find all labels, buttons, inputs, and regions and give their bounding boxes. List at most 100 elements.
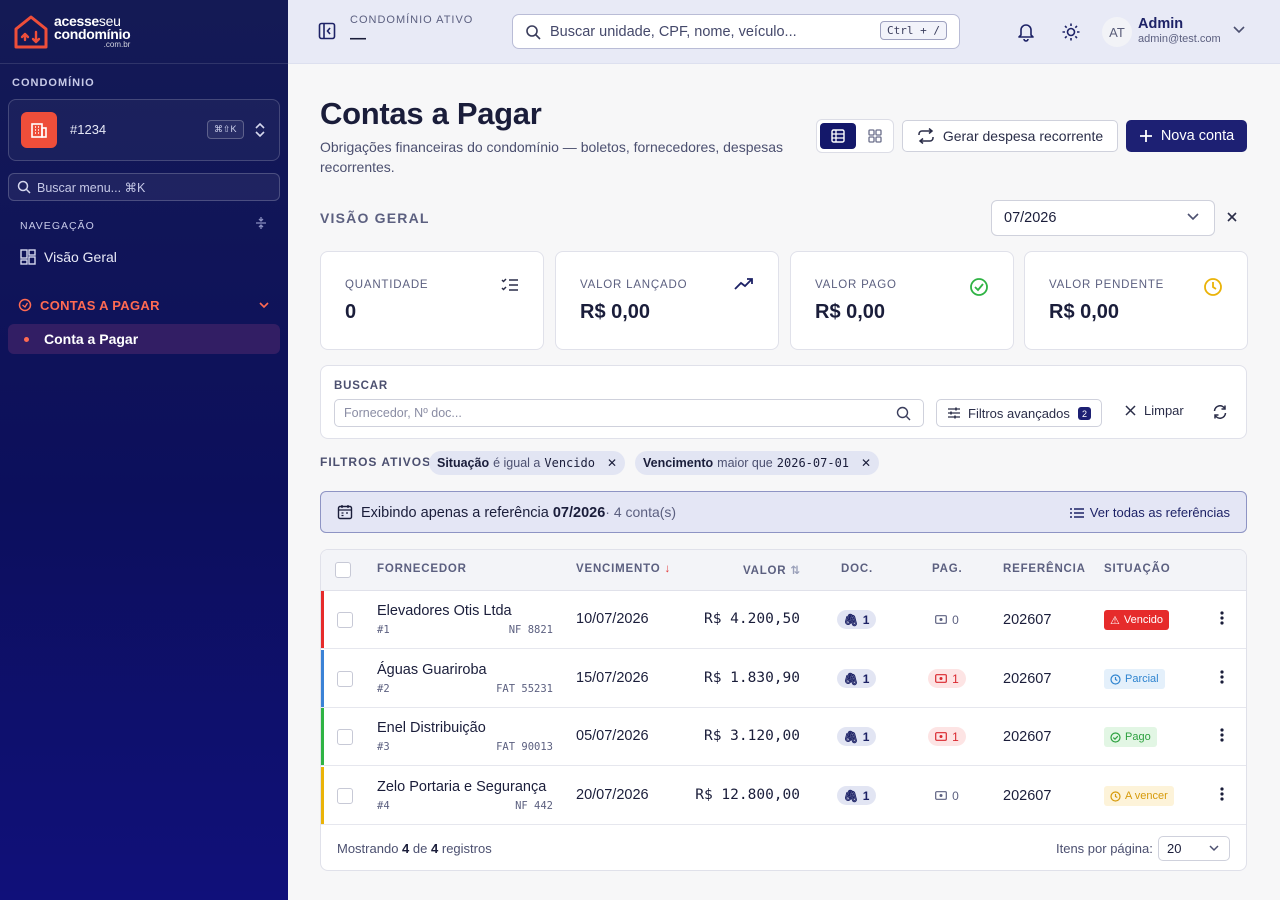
status-badge: A vencer xyxy=(1104,786,1174,806)
table-header: FORNECEDOR VENCIMENTO ↓ VALOR ⇅ DOC. PAG… xyxy=(321,550,1246,591)
due-date: 05/07/2026 xyxy=(576,728,649,744)
sidebar-item-visao-geral[interactable]: Visão Geral xyxy=(8,242,280,272)
remove-chip-icon[interactable]: ✕ xyxy=(607,456,617,470)
global-search-input[interactable]: Buscar unidade, CPF, nome, veículo... Ct… xyxy=(512,14,960,49)
supplier-search-input[interactable]: Fornecedor, Nº doc... xyxy=(334,399,924,427)
clear-filters-button[interactable]: Limpar xyxy=(1125,403,1184,418)
more-options-icon[interactable] xyxy=(1220,787,1224,801)
payments-badge[interactable]: 0 xyxy=(928,786,966,805)
status-badge: ⚠ Vencido xyxy=(1104,610,1170,630)
sort-both-icon: ⇅ xyxy=(790,565,801,577)
payments-badge[interactable]: 1 xyxy=(928,669,966,688)
refresh-icon[interactable] xyxy=(1212,404,1228,420)
payments-icon xyxy=(18,298,32,312)
clear-reference-icon[interactable] xyxy=(1226,211,1238,223)
sliders-icon xyxy=(948,407,960,419)
filter-chip-vencimento[interactable]: Vencimento maior que 2026-07-01 ✕ xyxy=(635,451,880,475)
chip-value: 2026-07-01 xyxy=(776,456,850,470)
sidebar-group-contas-a-pagar[interactable]: CONTAS A PAGAR xyxy=(8,290,280,320)
search-icon xyxy=(526,24,541,40)
page-title: Contas a Pagar xyxy=(320,96,542,131)
bell-icon[interactable] xyxy=(1017,22,1035,42)
supplier-name[interactable]: Zelo Portaria e Segurança xyxy=(377,779,546,795)
pagination-summary: Mostrando 4 de 4 registros xyxy=(337,841,492,856)
grid-icon xyxy=(20,249,36,265)
row-checkbox[interactable] xyxy=(337,612,353,628)
chevron-down-icon xyxy=(1209,845,1219,852)
sidebar: acesseseu condomínio .com.br CONDOMÍNIO … xyxy=(0,0,288,900)
payments-badge[interactable]: 1 xyxy=(928,727,966,746)
documents-badge[interactable]: 🖇 1 xyxy=(837,669,876,688)
col-situacao[interactable]: SITUAÇÃO xyxy=(1104,563,1170,575)
documents-badge[interactable]: 🖇 1 xyxy=(837,727,876,746)
avatar[interactable]: AT xyxy=(1102,17,1132,47)
sidebar-item-conta-a-pagar[interactable]: Conta a Pagar xyxy=(8,324,280,354)
row-checkbox[interactable] xyxy=(337,729,353,745)
col-fornecedor[interactable]: FORNECEDOR xyxy=(377,563,467,575)
active-condo-value: — xyxy=(350,30,366,47)
brand-logo[interactable]: acesseseu condomínio .com.br xyxy=(12,14,131,50)
paperclip-icon: 🖇 xyxy=(843,671,859,686)
col-pag[interactable]: PAG. xyxy=(932,563,962,575)
more-options-icon[interactable] xyxy=(1220,670,1224,684)
remove-chip-icon[interactable]: ✕ xyxy=(861,456,871,470)
table-row[interactable]: Enel Distribuição #3 FAT 90013 05/07/202… xyxy=(321,708,1246,766)
col-valor-label: VALOR xyxy=(743,565,787,577)
chevron-down-icon xyxy=(259,302,269,309)
list-icon xyxy=(1069,507,1084,518)
reference-select[interactable]: 07/2026 xyxy=(991,200,1215,236)
collapse-all-icon[interactable] xyxy=(254,216,268,230)
chevron-down-icon xyxy=(1187,213,1199,221)
filter-chip-situacao[interactable]: Situação é igual a Vencido ✕ xyxy=(429,451,626,475)
per-page-label: Itens por página: xyxy=(1056,841,1153,856)
bill-reference: 202607 xyxy=(1003,729,1052,745)
col-vencimento[interactable]: VENCIMENTO ↓ xyxy=(576,563,671,575)
user-name[interactable]: Admin xyxy=(1138,16,1183,32)
supplier-name[interactable]: Elevadores Otis Ltda xyxy=(377,603,512,619)
active-condo-label: CONDOMÍNIO ATIVO xyxy=(350,14,474,26)
sun-icon[interactable] xyxy=(1061,22,1081,42)
documents-badge[interactable]: 🖇 1 xyxy=(837,610,876,629)
more-options-icon[interactable] xyxy=(1220,728,1224,742)
new-bill-button[interactable]: Nova conta xyxy=(1126,120,1247,152)
table-row[interactable]: Águas Guariroba #2 FAT 55231 15/07/2026 … xyxy=(321,650,1246,708)
table-view-button[interactable] xyxy=(820,123,856,149)
more-options-icon[interactable] xyxy=(1220,611,1224,625)
documents-count: 1 xyxy=(862,788,870,803)
generate-recurring-button[interactable]: Gerar despesa recorrente xyxy=(902,120,1118,152)
banner-ref: 07/2026 xyxy=(552,504,606,521)
documents-badge[interactable]: 🖇 1 xyxy=(837,786,876,805)
bill-amount: R$ 12.800,00 xyxy=(695,787,800,803)
sidebar-search-input[interactable]: Buscar menu... ⌘K xyxy=(8,173,280,201)
search-shortcut: Ctrl + / xyxy=(880,21,947,40)
sidebar-toggle-icon[interactable] xyxy=(318,22,336,40)
per-page-select[interactable]: 20 xyxy=(1158,836,1230,861)
col-doc[interactable]: DOC. xyxy=(841,563,873,575)
row-checkbox[interactable] xyxy=(337,671,353,687)
condo-name: #1234 xyxy=(70,122,107,137)
col-referencia[interactable]: REFERÊNCIA xyxy=(1003,563,1086,575)
select-all-checkbox[interactable] xyxy=(335,562,351,578)
row-status-bar xyxy=(321,708,324,765)
paperclip-icon: 🖇 xyxy=(843,788,859,803)
condo-switcher[interactable]: #1234 ⌘⇧K xyxy=(8,99,280,161)
cash-icon xyxy=(935,615,948,624)
table-row[interactable]: Zelo Portaria e Segurança #4 NF 442 20/0… xyxy=(321,767,1246,825)
table-row[interactable]: Elevadores Otis Ltda #1 NF 8821 10/07/20… xyxy=(321,591,1246,649)
supplier-search-placeholder: Fornecedor, Nº doc... xyxy=(344,406,462,420)
active-filters-label: FILTROS ATIVOS: xyxy=(320,455,437,469)
col-valor[interactable]: VALOR ⇅ xyxy=(743,563,801,577)
grid-view-button[interactable] xyxy=(858,123,892,149)
row-checkbox[interactable] xyxy=(337,788,353,804)
view-all-references-link[interactable]: Ver todas as referências xyxy=(1069,505,1230,520)
due-date: 20/07/2026 xyxy=(576,787,649,803)
check-circle-icon xyxy=(970,278,988,296)
trend-up-icon xyxy=(734,278,753,290)
supplier-name[interactable]: Águas Guariroba xyxy=(377,662,487,678)
bill-id: #3 xyxy=(377,741,390,753)
chevron-down-icon[interactable] xyxy=(1232,25,1246,35)
supplier-name[interactable]: Enel Distribuição xyxy=(377,720,486,736)
advanced-filters-button[interactable]: Filtros avançados 2 xyxy=(936,399,1102,427)
chevron-updown-icon xyxy=(255,122,265,138)
payments-badge[interactable]: 0 xyxy=(928,610,966,629)
